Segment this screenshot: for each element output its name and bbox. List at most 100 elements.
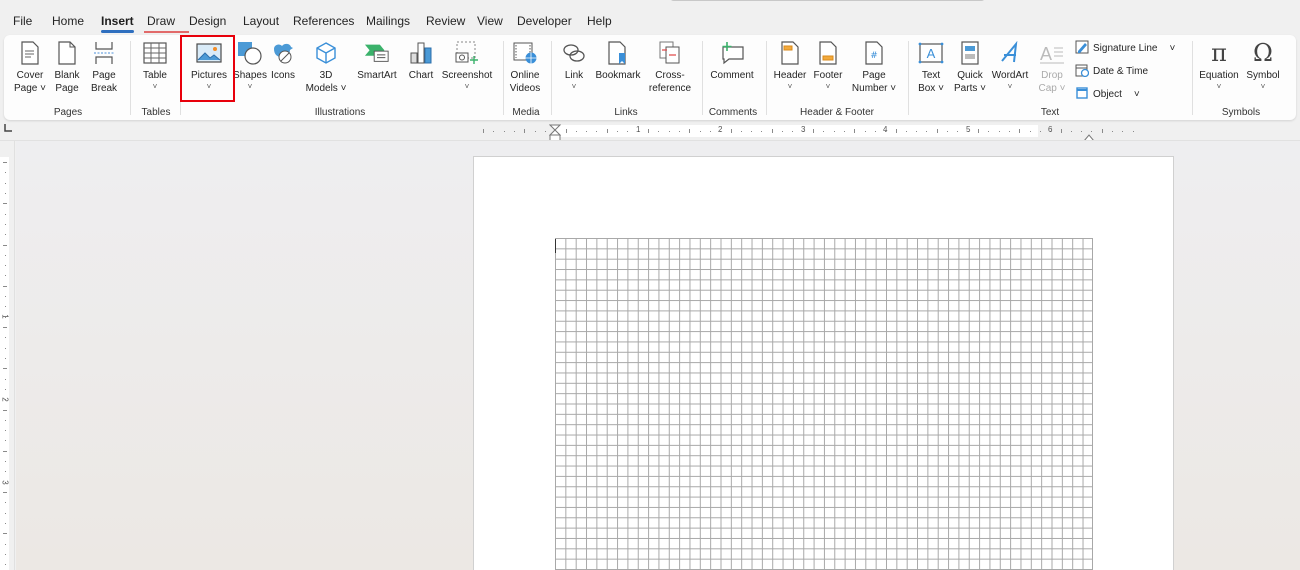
group-separator bbox=[130, 41, 131, 115]
date-time-button[interactable]: Date & Time bbox=[1075, 63, 1148, 80]
chevron-down-icon[interactable]: ˅ bbox=[1134, 89, 1140, 100]
ruler-tick bbox=[503, 131, 505, 132]
footer-icon bbox=[815, 40, 841, 66]
footer-button[interactable]: Footer ˅ bbox=[810, 35, 846, 92]
tab-mailings[interactable]: Mailings bbox=[366, 14, 410, 28]
svg-text:A: A bbox=[927, 46, 936, 61]
object-icon bbox=[1075, 86, 1089, 103]
tab-review[interactable]: Review bbox=[426, 14, 465, 28]
online-videos-button[interactable]: Online Videos bbox=[507, 35, 543, 95]
symbol-button[interactable]: Ω Symbol ˅ bbox=[1242, 35, 1284, 92]
equation-button[interactable]: π Equation ˅ bbox=[1197, 35, 1241, 92]
ruler-tick bbox=[874, 131, 876, 132]
ruler-tick bbox=[905, 131, 907, 132]
ruler-tick bbox=[575, 131, 577, 132]
tab-view[interactable]: View bbox=[477, 14, 503, 28]
chevron-down-icon[interactable]: ˅ bbox=[1170, 43, 1176, 54]
ruler-tick bbox=[617, 131, 619, 132]
vertical-ruler[interactable] bbox=[0, 141, 15, 570]
ruler-tick bbox=[596, 131, 598, 132]
ruler-tick bbox=[947, 131, 949, 132]
cover-page-icon bbox=[17, 40, 43, 66]
tab-design[interactable]: Design bbox=[189, 14, 226, 28]
chevron-down-icon: ˅ bbox=[247, 82, 253, 91]
icons-button[interactable]: Icons bbox=[268, 35, 298, 82]
pictures-button[interactable]: Pictures ˅ bbox=[185, 35, 233, 92]
ruler-tick bbox=[771, 129, 773, 133]
group-label-links: Links bbox=[614, 107, 638, 118]
blank-page-icon bbox=[54, 40, 80, 66]
group-label-media: Media bbox=[512, 107, 540, 118]
tab-help[interactable]: Help bbox=[587, 14, 612, 28]
text-box-button[interactable]: A Text Box ˅ bbox=[914, 35, 948, 95]
tab-draw[interactable]: Draw bbox=[147, 14, 175, 28]
ruler-tick bbox=[5, 275, 6, 277]
new-comment-icon bbox=[719, 40, 745, 66]
ruler-tick bbox=[3, 409, 7, 411]
ruler-tick bbox=[936, 129, 938, 133]
ruler-tick bbox=[5, 172, 6, 174]
chart-button[interactable]: Chart bbox=[404, 35, 438, 82]
chevron-down-icon: ˅ bbox=[571, 82, 577, 91]
group-separator bbox=[1192, 41, 1193, 115]
smartart-button[interactable]: SmartArt bbox=[354, 35, 400, 82]
ruler-tick bbox=[3, 450, 7, 452]
tab-selector[interactable] bbox=[4, 124, 12, 134]
quick-parts-button[interactable]: Quick Parts ˅ bbox=[952, 35, 988, 95]
ruler-tick bbox=[534, 131, 536, 132]
page-break-icon bbox=[91, 40, 117, 66]
link-button[interactable]: Link ˅ bbox=[560, 35, 588, 92]
3d-models-button[interactable]: 3D Models ˅ bbox=[304, 35, 348, 95]
ruler-tick bbox=[5, 512, 6, 514]
design-tab-indicator bbox=[144, 31, 189, 33]
ruler-tick bbox=[864, 131, 866, 132]
screenshot-button[interactable]: Screenshot ˅ bbox=[439, 35, 495, 92]
screenshot-icon bbox=[454, 40, 480, 66]
header-button[interactable]: Header ˅ bbox=[772, 35, 808, 92]
shapes-button[interactable]: Shapes ˅ bbox=[232, 35, 268, 92]
tab-home[interactable]: Home bbox=[52, 14, 84, 28]
right-indent-marker[interactable] bbox=[1082, 129, 1096, 142]
page-number-button[interactable]: # Page Number ˅ bbox=[850, 35, 898, 95]
drop-cap-button[interactable]: A Drop Cap ˅ bbox=[1034, 35, 1070, 95]
ruler-tick bbox=[709, 131, 711, 132]
group-label-header-footer: Header & Footer bbox=[800, 107, 874, 118]
blank-page-button[interactable]: Blank Page bbox=[51, 35, 83, 95]
tab-layout[interactable]: Layout bbox=[243, 14, 279, 28]
ruler-tick bbox=[5, 430, 6, 432]
ruler-tick bbox=[1122, 131, 1124, 132]
search-box[interactable] bbox=[670, 0, 985, 1]
cross-reference-button[interactable]: Cross- reference bbox=[646, 35, 694, 95]
ruler-tick bbox=[833, 131, 835, 132]
comment-button[interactable]: Comment bbox=[706, 35, 758, 82]
chevron-down-icon: ˅ bbox=[1216, 82, 1222, 91]
group-label-pages: Pages bbox=[53, 107, 83, 118]
chevron-down-icon: ˅ bbox=[1260, 82, 1266, 91]
ruler-tick bbox=[1039, 131, 1041, 132]
ruler-tick bbox=[5, 234, 6, 236]
tab-references[interactable]: References bbox=[293, 14, 354, 28]
bookmark-button[interactable]: Bookmark bbox=[593, 35, 643, 82]
tab-insert[interactable]: Insert bbox=[101, 14, 134, 33]
ruler-tick bbox=[1070, 131, 1072, 132]
ruler-tick bbox=[5, 553, 6, 555]
ruler-tick bbox=[586, 131, 588, 132]
tab-developer[interactable]: Developer bbox=[517, 14, 572, 28]
vertical-ruler-number: 3 bbox=[0, 480, 10, 485]
signature-line-button[interactable]: Signature Line ˅ bbox=[1075, 40, 1175, 57]
ruler-tick bbox=[5, 337, 6, 339]
page-break-button[interactable]: Page Break bbox=[88, 35, 120, 95]
ruler-number: 1 bbox=[636, 125, 641, 134]
object-button[interactable]: Object ˅ bbox=[1075, 86, 1140, 103]
group-separator bbox=[766, 41, 767, 115]
page-number-icon: # bbox=[861, 40, 887, 66]
grid-table[interactable] bbox=[555, 238, 1093, 570]
group-label-tables: Tables bbox=[141, 107, 171, 118]
table-button[interactable]: Table ˅ bbox=[138, 35, 172, 92]
ruler-tick bbox=[1060, 129, 1062, 133]
wordart-button[interactable]: WordArt ˅ bbox=[989, 35, 1031, 92]
cross-reference-icon bbox=[657, 40, 683, 66]
tab-file[interactable]: File bbox=[13, 14, 32, 28]
cover-page-button[interactable]: Cover Page ˅ bbox=[14, 35, 46, 95]
ruler-tick bbox=[854, 129, 856, 133]
